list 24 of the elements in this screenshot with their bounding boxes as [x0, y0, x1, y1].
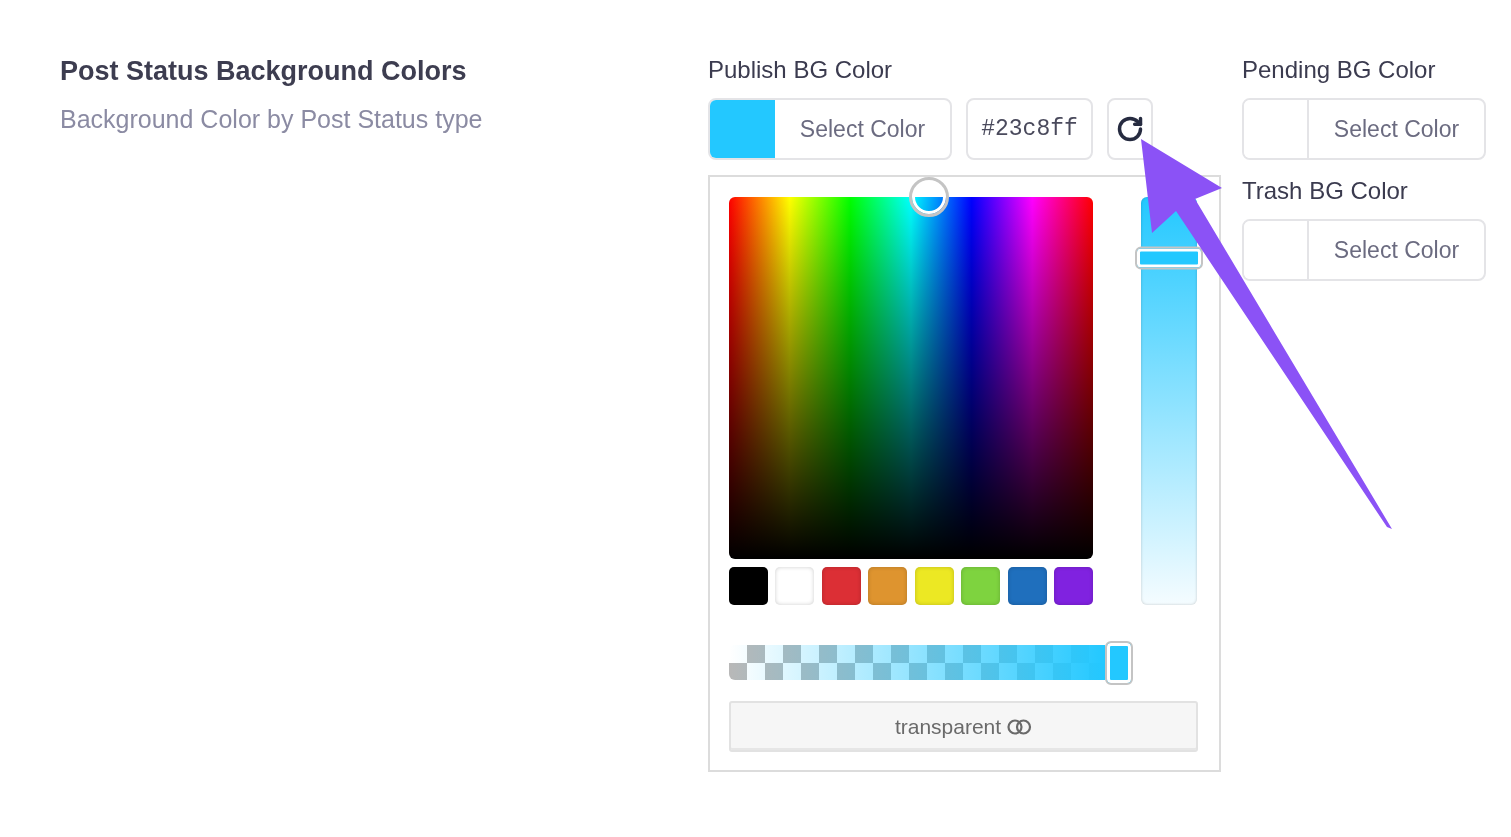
select-color-button[interactable]: Select Color [708, 98, 952, 160]
palette-handle[interactable] [909, 177, 950, 217]
overlapping-circles-icon [1007, 718, 1033, 735]
transparent-button[interactable]: transparent [729, 701, 1198, 752]
slider-handle[interactable] [1105, 640, 1133, 685]
refresh-icon [1116, 115, 1144, 143]
refresh-button[interactable] [1107, 98, 1153, 160]
hex-input[interactable]: #23c8ff [966, 98, 1093, 160]
slider-handle[interactable] [1135, 246, 1203, 270]
color-swatch[interactable] [821, 567, 861, 605]
field-label: Publish BG Color [708, 55, 894, 85]
select-color-button[interactable]: Select Color [1242, 219, 1486, 281]
color-swatch[interactable] [729, 567, 768, 605]
field-label: Pending BG Color [1242, 55, 1437, 85]
color-swatch[interactable] [961, 567, 1001, 605]
select-color-button[interactable]: Select Color [1242, 98, 1486, 160]
color-swatch[interactable] [914, 567, 954, 605]
section-title: Post Status Background Colors [60, 55, 468, 87]
color-swatch[interactable] [775, 567, 815, 605]
color-swatch[interactable] [1007, 567, 1047, 605]
color-swatch[interactable] [868, 567, 908, 605]
field-label: Trash BG Color [1242, 176, 1409, 206]
section-description: Background Color by Post Status type [60, 104, 484, 135]
color-swatch[interactable] [1053, 567, 1093, 605]
